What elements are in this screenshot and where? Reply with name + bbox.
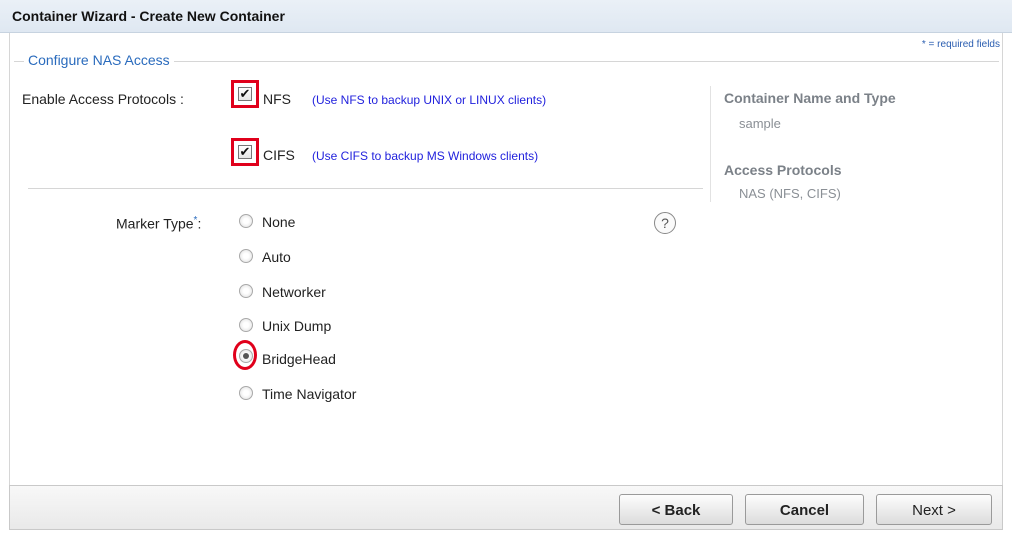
nfs-hint: (Use NFS to backup UNIX or LINUX clients…: [312, 93, 547, 107]
cifs-hint: (Use CIFS to backup MS Windows clients): [312, 149, 539, 163]
section-divider: [28, 188, 703, 189]
summary-protocols-value: NAS (NFS, CIFS): [739, 186, 841, 201]
required-fields-note: * = required fields: [921, 39, 1000, 50]
marker-type-label: Marker Type*:: [116, 215, 202, 232]
back-button[interactable]: < Back: [619, 494, 733, 525]
next-button[interactable]: Next >: [876, 494, 992, 525]
summary-divider: [710, 86, 711, 202]
window-title: Container Wizard - Create New Container: [12, 8, 285, 24]
nfs-checkbox[interactable]: ✔: [238, 87, 252, 101]
radio-time-navigator[interactable]: [239, 386, 253, 400]
help-icon[interactable]: ?: [654, 212, 676, 234]
radio-bridgehead[interactable]: [239, 349, 253, 363]
radio-auto[interactable]: [239, 249, 253, 263]
radio-label-none: None: [262, 214, 296, 230]
summary-protocols-heading: Access Protocols: [724, 162, 842, 178]
radio-none[interactable]: [239, 214, 253, 228]
radio-networker[interactable]: [239, 284, 253, 298]
radio-label-time-navigator: Time Navigator: [262, 386, 357, 402]
window-titlebar: Container Wizard - Create New Container: [0, 0, 1012, 33]
radio-label-unix-dump: Unix Dump: [262, 318, 332, 334]
radio-label-bridgehead: BridgeHead: [262, 351, 336, 367]
nfs-label: NFS: [263, 91, 291, 107]
access-protocols-label: Enable Access Protocols :: [22, 91, 184, 107]
cifs-checkbox[interactable]: ✔: [238, 145, 252, 159]
section-legend: Configure NAS Access: [24, 52, 174, 68]
cancel-button[interactable]: Cancel: [745, 494, 864, 525]
cifs-label: CIFS: [263, 147, 295, 163]
radio-label-networker: Networker: [262, 284, 326, 300]
summary-container-value: sample: [739, 116, 781, 131]
radio-unix-dump[interactable]: [239, 318, 253, 332]
radio-label-auto: Auto: [262, 249, 291, 265]
summary-container-heading: Container Name and Type: [724, 90, 896, 106]
